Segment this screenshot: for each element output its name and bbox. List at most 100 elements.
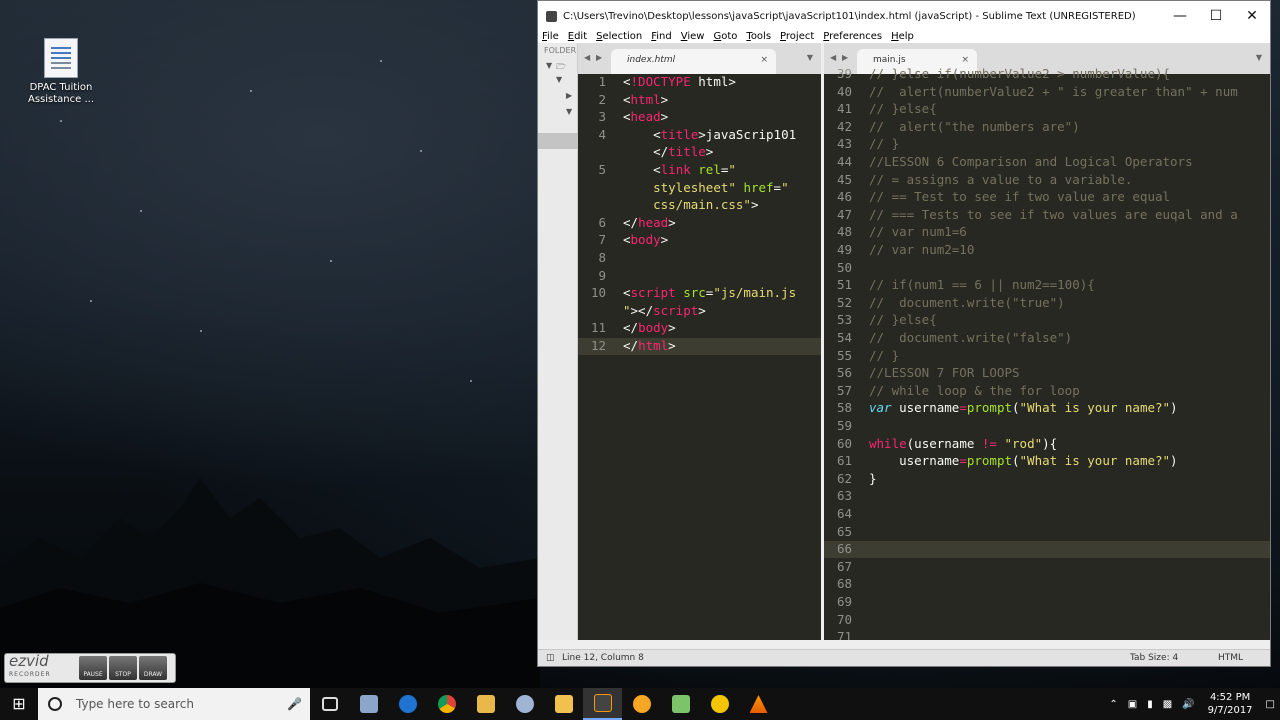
code-line[interactable]: // if(num1 == 6 || num2==100){	[869, 277, 1095, 292]
code-line[interactable]: css/main.css">	[623, 197, 758, 212]
desktop-icon-dpac[interactable]: DPAC Tuition Assistance ...	[28, 38, 94, 106]
clock[interactable]: 4:52 PM 9/7/2017	[1208, 691, 1253, 717]
menu-project[interactable]: Project	[780, 31, 814, 43]
menu-view[interactable]: View	[681, 31, 705, 43]
code-line[interactable]: <title>javaScrip101	[623, 127, 796, 142]
menu-selection[interactable]: Selection	[596, 31, 642, 43]
code-line[interactable]: username=prompt("What is your name?")	[869, 453, 1177, 468]
code-line[interactable]: // }	[869, 348, 899, 363]
tab-size[interactable]: Tab Size: 4	[1130, 653, 1178, 663]
close-icon[interactable]: ✕	[1234, 1, 1270, 31]
pause-button[interactable]: PAUSE	[79, 656, 107, 680]
code-line[interactable]: </html>	[623, 338, 676, 353]
code-line[interactable]: // while loop & the for loop	[869, 383, 1080, 398]
stop-button[interactable]: STOP	[109, 656, 137, 680]
code-line[interactable]: // }else{	[869, 101, 937, 116]
sublime-text-icon[interactable]	[583, 688, 622, 720]
code-line[interactable]: // }else if(numberValue2 > numberValue){	[869, 66, 1170, 81]
folder-collapsed-icon[interactable]: ▶	[566, 91, 572, 100]
code-line[interactable]: // document.write("false")	[869, 330, 1072, 345]
sidebar[interactable]: FOLDER ▼ 🗁 ▼ ▶ ▼	[538, 43, 578, 640]
file-explorer-icon[interactable]	[466, 688, 505, 720]
tab-index-html[interactable]: index.html ×	[611, 49, 776, 74]
taskbar-search[interactable]: Type here to search 🎤	[38, 688, 310, 720]
tab-dropdown-icon[interactable]: ▼	[1256, 53, 1262, 62]
editor-pane-right[interactable]: ◀ ▶ main.js × ▼ 39 // }else if(numberValu…	[824, 43, 1270, 640]
code-line[interactable]: // == Test to see if two value are equal	[869, 189, 1170, 204]
menu-help[interactable]: Help	[891, 31, 914, 43]
app-icon[interactable]	[661, 688, 700, 720]
minimize-icon[interactable]: —	[1162, 1, 1198, 31]
code-line[interactable]: <!DOCTYPE html>	[623, 74, 736, 89]
menu-find[interactable]: Find	[651, 31, 672, 43]
chrome-icon[interactable]	[427, 688, 466, 720]
vlc-icon[interactable]	[739, 688, 778, 720]
folder-icon[interactable]	[544, 688, 583, 720]
menu-file[interactable]: File	[542, 31, 559, 43]
tab-dropdown-icon[interactable]: ▼	[807, 53, 813, 62]
panel-toggle-icon[interactable]: ◫	[546, 653, 555, 663]
code-line[interactable]: <html>	[623, 92, 668, 107]
menu-tools[interactable]: Tools	[746, 31, 771, 43]
code-line[interactable]: var username=prompt("What is your name?"…	[869, 400, 1178, 415]
code-line[interactable]: <body>	[623, 232, 668, 247]
battery-icon[interactable]: ▮	[1147, 699, 1153, 710]
title-bar[interactable]: C:\Users\Trevino\Desktop\lessons\javaScr…	[538, 1, 1270, 31]
code-line[interactable]: <head>	[623, 109, 668, 124]
code-line[interactable]: </body>	[623, 320, 676, 335]
media-player-icon[interactable]	[622, 688, 661, 720]
code-line[interactable]: //LESSON 7 FOR LOOPS	[869, 365, 1020, 380]
app-icon[interactable]	[700, 688, 739, 720]
menu-goto[interactable]: Goto	[713, 31, 737, 43]
code-line[interactable]: // }else{	[869, 312, 937, 327]
cursor-position: Line 12, Column 8	[562, 653, 644, 663]
chevron-up-icon[interactable]: ⌃	[1109, 699, 1117, 710]
folder-expand-icon[interactable]: ▼	[556, 75, 562, 84]
code-line[interactable]: "></script>	[623, 303, 706, 318]
app-icon[interactable]	[349, 688, 388, 720]
folder-expand-icon[interactable]: ▼	[546, 61, 552, 70]
code-line[interactable]: // = assigns a value to a variable.	[869, 172, 1132, 187]
code-line[interactable]: stylesheet" href="	[623, 180, 789, 195]
code-area-left[interactable]: 1 <!DOCTYPE html> 2 <html> 3 <head> 4 <title>j…	[578, 74, 821, 640]
notification-icon[interactable]: □	[1266, 699, 1275, 710]
task-view-icon[interactable]	[310, 688, 349, 720]
code-line[interactable]: // var num2=10	[869, 242, 974, 257]
folder-expand-icon[interactable]: ▼	[566, 107, 572, 116]
tab-next-icon[interactable]: ▶	[596, 53, 602, 62]
code-line[interactable]: // document.write("true")	[869, 295, 1065, 310]
edge-icon[interactable]	[388, 688, 427, 720]
code-line[interactable]: // }	[869, 136, 899, 151]
code-area-right[interactable]: 39 // }else if(numberValue2 > numberValue…	[824, 66, 1270, 640]
sidebar-selected-item[interactable]	[538, 133, 578, 149]
code-line[interactable]: // alert("the numbers are")	[869, 119, 1080, 134]
code-line[interactable]: while(username != "rod"){	[869, 436, 1057, 451]
volume-icon[interactable]: 🔊	[1182, 699, 1194, 710]
network-icon[interactable]: ▩	[1163, 699, 1172, 710]
line-number: 12	[590, 338, 606, 353]
draw-button[interactable]: DRAW	[139, 656, 167, 680]
code-line[interactable]: <script src="js/main.js	[623, 285, 796, 300]
tab-prev-icon[interactable]: ◀	[584, 53, 590, 62]
microphone-icon[interactable]: 🎤	[287, 697, 302, 711]
app-icon[interactable]	[505, 688, 544, 720]
tab-prev-icon[interactable]: ◀	[830, 53, 836, 62]
menu-preferences[interactable]: Preferences	[823, 31, 882, 43]
menu-edit[interactable]: Edit	[568, 31, 587, 43]
code-line[interactable]: // === Tests to see if two values are eu…	[869, 207, 1238, 222]
code-line[interactable]: // var num1=6	[869, 224, 967, 239]
code-line[interactable]: }	[869, 471, 877, 486]
code-line[interactable]: </title>	[623, 144, 713, 159]
maximize-icon[interactable]: ☐	[1198, 1, 1234, 31]
code-line[interactable]: <link rel="	[623, 162, 736, 177]
code-line[interactable]: </head>	[623, 215, 676, 230]
syntax-mode[interactable]: HTML	[1218, 653, 1243, 663]
editor-pane-left[interactable]: ◀ ▶ index.html × ▼ 1 <!DOCTYPE html> 2 <htm…	[578, 43, 821, 640]
close-tab-icon[interactable]: ×	[760, 55, 768, 65]
code-line[interactable]: //LESSON 6 Comparison and Logical Operat…	[869, 154, 1193, 169]
tab-next-icon[interactable]: ▶	[842, 53, 848, 62]
windows-start-icon[interactable]: ⊞	[0, 688, 38, 720]
code-line[interactable]: // alert(numberValue2 + " is greater tha…	[869, 84, 1238, 99]
app-tray-icon[interactable]: ▣	[1128, 699, 1137, 710]
close-tab-icon[interactable]: ×	[961, 55, 969, 65]
